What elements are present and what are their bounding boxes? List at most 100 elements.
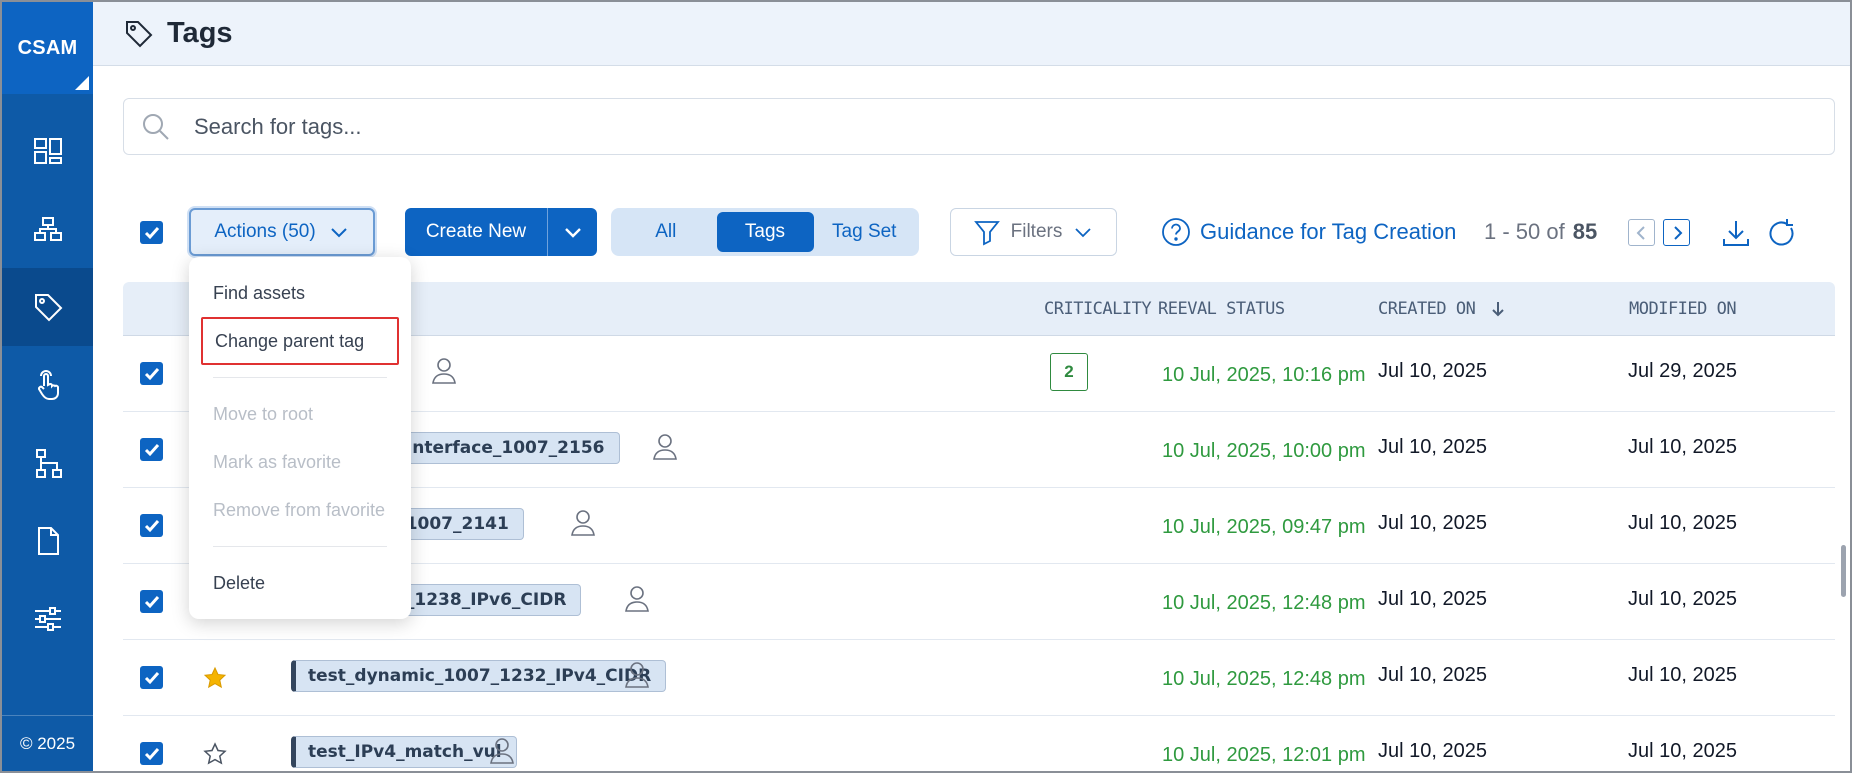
menu-item-move-to-root[interactable]: Move to root [189,390,411,438]
menu-item-change-parent-tag[interactable]: Change parent tag [201,317,399,365]
sidebar-item-settings[interactable] [2,580,93,658]
sidebar-item-workflow[interactable] [2,424,93,502]
brand-logo[interactable]: CSAM [2,2,93,94]
check-icon [144,368,160,381]
created-on: Jul 10, 2025 [1378,588,1487,610]
chevron-right-icon [1673,225,1682,240]
row-checkbox[interactable] [140,666,163,689]
reeval-status: 10 Jul, 2025, 09:47 pm [1162,516,1366,538]
check-icon [144,227,160,240]
refresh-button[interactable] [1766,217,1798,249]
search-bar[interactable] [123,98,1835,155]
actions-dropdown-menu: Find assets Change parent tag Move to ro… [189,257,411,619]
row-checkbox[interactable] [140,438,163,461]
sidebar-item-actions[interactable] [2,346,93,424]
user-icon [429,355,459,385]
row-checkbox[interactable] [140,362,163,385]
column-header-modified-on[interactable]: MODIFIED ON [1629,299,1737,319]
check-icon [144,596,160,609]
touch-icon [37,370,59,400]
user-icon [622,659,652,689]
filters-label: Filters [1010,221,1063,242]
check-icon [144,444,160,457]
sidebar-item-reports[interactable] [2,502,93,580]
previous-page-button[interactable] [1628,219,1655,246]
filter-icon [973,221,1000,246]
toolbar: Actions (50) Create New All Tags Tag Set… [123,208,1831,258]
filters-button[interactable]: Filters [950,208,1117,256]
modified-on: Jul 10, 2025 [1628,664,1737,686]
reeval-status: 10 Jul, 2025, 10:16 pm [1162,364,1366,386]
segment-tags[interactable]: Tags [716,212,814,252]
reeval-status: 10 Jul, 2025, 12:48 pm [1162,592,1366,614]
chevron-left-icon [1636,225,1645,240]
modified-on: Jul 10, 2025 [1628,588,1737,610]
column-header-created-on[interactable]: CREATED ON [1378,299,1507,319]
actions-button[interactable]: Actions (50) [189,208,375,256]
sliders-icon [34,607,61,631]
pagination-total: 85 [1572,219,1598,244]
help-circle-icon [1162,218,1190,246]
row-checkbox[interactable] [140,590,163,613]
hierarchy-icon [33,217,62,241]
dashboard-icon [33,138,62,164]
flow-icon [35,449,62,478]
search-icon [143,113,169,140]
user-icon [650,431,680,461]
create-new-dropdown[interactable] [548,208,597,256]
column-header-reeval-status[interactable]: REEVAL STATUS [1158,299,1285,319]
select-all-checkbox[interactable] [140,221,163,244]
sort-arrow-down-icon [1492,302,1505,317]
favorite-star-filled-icon[interactable] [203,666,227,690]
scrollbar-thumb[interactable] [1841,545,1846,597]
row-checkbox[interactable] [140,742,163,765]
sidebar-item-assets[interactable] [2,190,93,268]
reeval-status: 10 Jul, 2025, 10:00 pm [1162,440,1366,462]
favorite-star-outline-icon[interactable] [203,742,227,766]
guidance-link[interactable]: Guidance for Tag Creation [1160,208,1456,256]
page-header: Tags [93,2,1850,66]
tag-chip[interactable]: test_dynamic_1007_1232_IPv4_CIDR [291,660,667,692]
create-new-button[interactable]: Create New [405,208,548,256]
actions-label: Actions (50) [214,221,316,242]
created-on-label: CREATED ON [1378,299,1476,319]
chevron-down-icon [330,228,347,238]
chevron-down-icon [1075,228,1091,238]
chevron-down-icon [564,228,581,238]
create-new-button-group: Create New [405,208,597,256]
table-row[interactable]: test_dynamic_1007_1232_IPv4_CIDR 10 Jul,… [123,640,1835,716]
table-row[interactable]: test_IPv4_match_vul 10 Jul, 2025, 12:01 … [123,716,1835,773]
created-on: Jul 10, 2025 [1378,360,1487,382]
modified-on: Jul 10, 2025 [1628,740,1737,762]
sidebar-item-tags[interactable] [2,268,93,346]
menu-divider [213,546,387,547]
modified-on: Jul 29, 2025 [1628,360,1737,382]
segment-tag-set[interactable]: Tag Set [814,212,916,252]
download-icon [1723,221,1749,246]
tag-icon [126,20,153,47]
download-button[interactable] [1720,217,1752,249]
row-checkbox[interactable] [140,514,163,537]
menu-item-delete[interactable]: Delete [189,559,411,607]
menu-item-remove-favorite[interactable]: Remove from favorite [189,486,411,534]
next-page-button[interactable] [1663,219,1690,246]
segment-all[interactable]: All [615,212,717,252]
created-on: Jul 10, 2025 [1378,436,1487,458]
created-on: Jul 10, 2025 [1378,512,1487,534]
user-icon [487,735,517,765]
document-icon [37,527,59,555]
column-header-criticality[interactable]: CRITICALITY [1044,299,1152,319]
refresh-icon [1769,219,1794,246]
menu-divider [213,377,387,378]
menu-item-mark-favorite[interactable]: Mark as favorite [189,438,411,486]
tag-chip[interactable]: test_IPv4_match_vul [291,736,517,768]
created-on: Jul 10, 2025 [1378,664,1487,686]
type-segment-control: All Tags Tag Set [611,208,919,256]
menu-item-find-assets[interactable]: Find assets [189,269,411,317]
tag-icon [34,294,62,322]
check-icon [144,672,160,685]
sidebar-item-dashboard[interactable] [2,112,93,190]
search-input[interactable] [194,113,1694,140]
page-title: Tags [167,17,233,49]
reeval-status: 10 Jul, 2025, 12:01 pm [1162,744,1366,766]
